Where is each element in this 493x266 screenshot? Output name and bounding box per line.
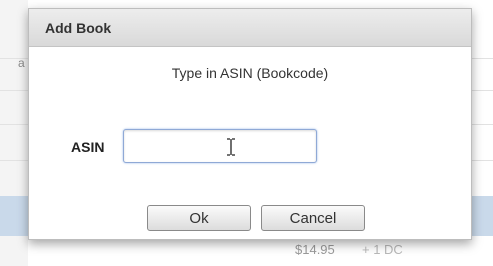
add-book-dialog: Add Book Type in ASIN (Bookcode) ASIN Ok… (28, 8, 472, 240)
background-trailing-text: + 1 DC (362, 242, 403, 257)
asin-input[interactable] (123, 129, 317, 163)
app-window: a $14.95 + 1 DC Add Book Type in ASIN (B… (0, 0, 493, 266)
background-price: $14.95 (295, 242, 335, 257)
dialog-prompt: Type in ASIN (Bookcode) (171, 65, 329, 81)
asin-label: ASIN (71, 139, 105, 155)
ok-button[interactable]: Ok (147, 205, 251, 231)
cancel-button[interactable]: Cancel (261, 205, 365, 231)
background-row-mark: a (18, 56, 25, 70)
i-beam-cursor-icon (227, 138, 235, 156)
dialog-title: Add Book (45, 19, 112, 36)
dialog-titlebar[interactable]: Add Book (29, 9, 471, 47)
